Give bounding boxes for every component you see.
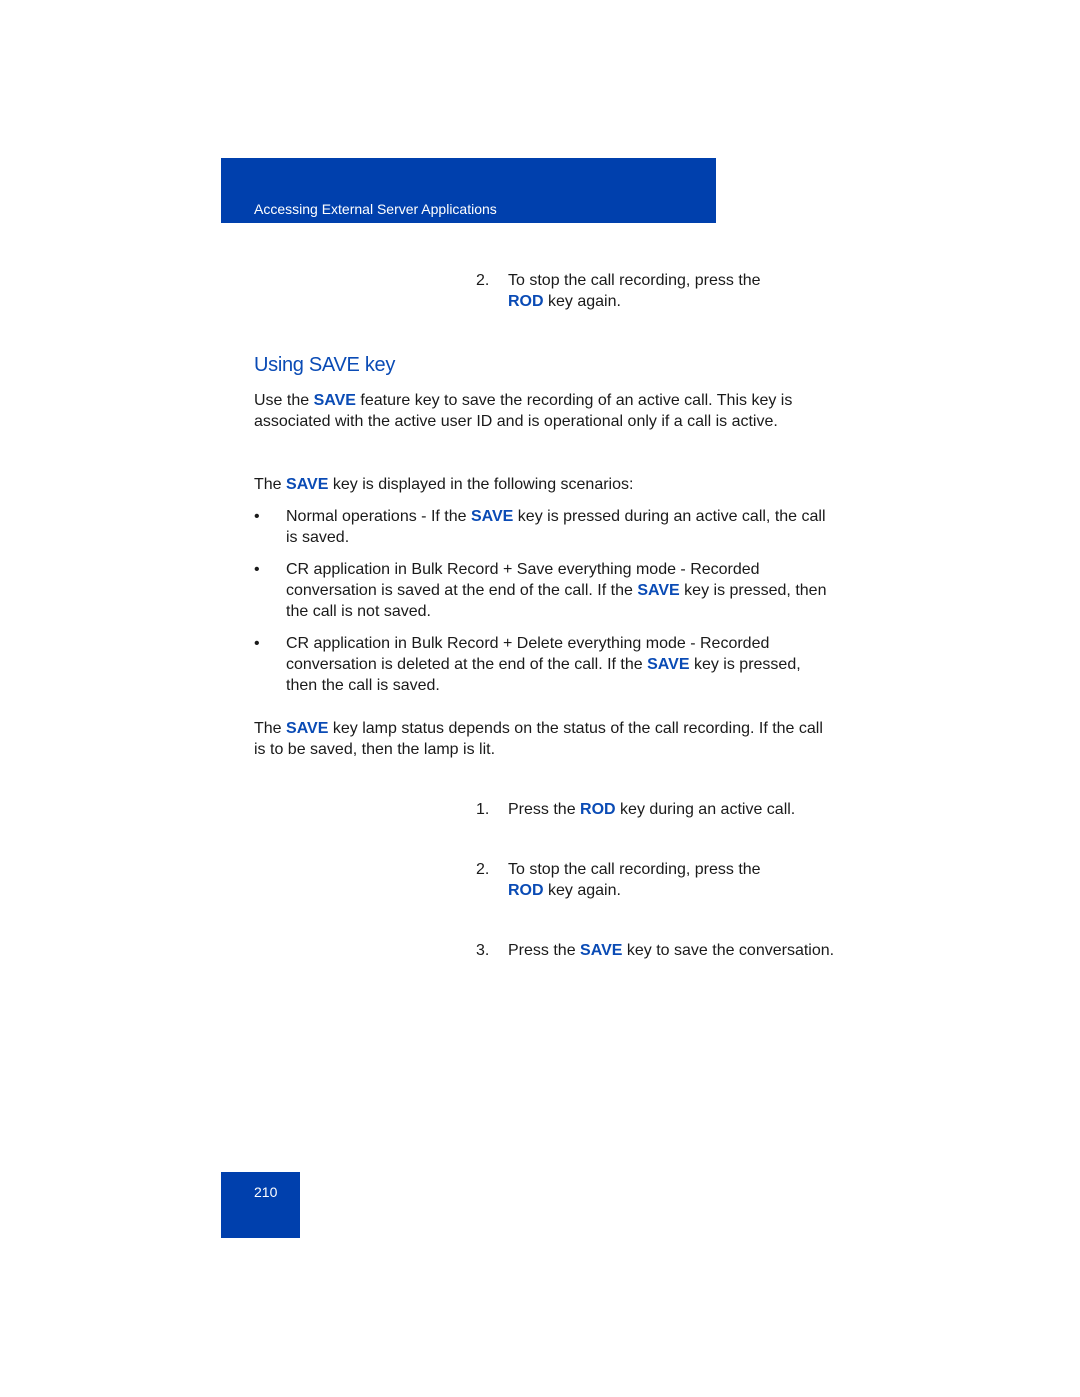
save-key-label: SAVE xyxy=(470,508,514,525)
save-key-label: SAVE xyxy=(286,720,329,737)
procedure-step: 2. To stop the call recording, press the… xyxy=(476,270,836,312)
rod-key-label: ROD xyxy=(508,293,544,310)
step-number: 1. xyxy=(476,801,490,818)
procedure-step: 1. Press the ROD key during an active ca… xyxy=(476,799,836,820)
page-number-box: 210 xyxy=(221,1172,300,1238)
rod-key-label: ROD xyxy=(580,801,616,818)
step-text: To stop the call recording, press the RO… xyxy=(508,272,761,310)
rod-key-label: ROD xyxy=(508,882,544,899)
step-number: 2. xyxy=(476,272,490,289)
scenario-bullet: • CR application in Bulk Record + Delete… xyxy=(254,635,801,694)
chapter-title: Accessing External Server Applications xyxy=(254,201,497,217)
save-key-label: SAVE xyxy=(313,392,356,409)
step-text: To stop the call recording, press the RO… xyxy=(508,861,761,899)
procedure-step: 3. Press the SAVE key to save the conver… xyxy=(476,940,836,961)
bullet-marker: • xyxy=(254,508,260,525)
step-number: 2. xyxy=(476,861,490,878)
save-key-label: SAVE xyxy=(647,656,690,673)
scenarios-intro: The SAVE key is displayed in the followi… xyxy=(254,476,634,493)
step-number: 3. xyxy=(476,942,490,959)
lamp-status-paragraph: The SAVE key lamp status depends on the … xyxy=(254,720,823,758)
scenario-bullet: • CR application in Bulk Record + Save e… xyxy=(254,561,827,620)
intro-paragraph: Use the SAVE feature key to save the rec… xyxy=(254,392,793,430)
bullet-marker: • xyxy=(254,561,260,578)
save-key-label: SAVE xyxy=(580,942,623,959)
save-key-label: SAVE xyxy=(286,476,329,493)
step-text: Press the SAVE key to save the conversat… xyxy=(508,942,835,959)
save-key-label: SAVE xyxy=(637,582,680,599)
step-text: Press the ROD key during an active call. xyxy=(508,801,796,818)
chapter-header-band: Accessing External Server Applications xyxy=(221,158,716,223)
section-heading: Using SAVE key xyxy=(254,354,396,376)
scenario-bullet: • Normal operations - If the SAVE key is… xyxy=(254,508,826,546)
bullet-marker: • xyxy=(254,635,260,652)
procedure-step: 2. To stop the call recording, press the… xyxy=(476,859,836,901)
page-number: 210 xyxy=(254,1184,278,1200)
